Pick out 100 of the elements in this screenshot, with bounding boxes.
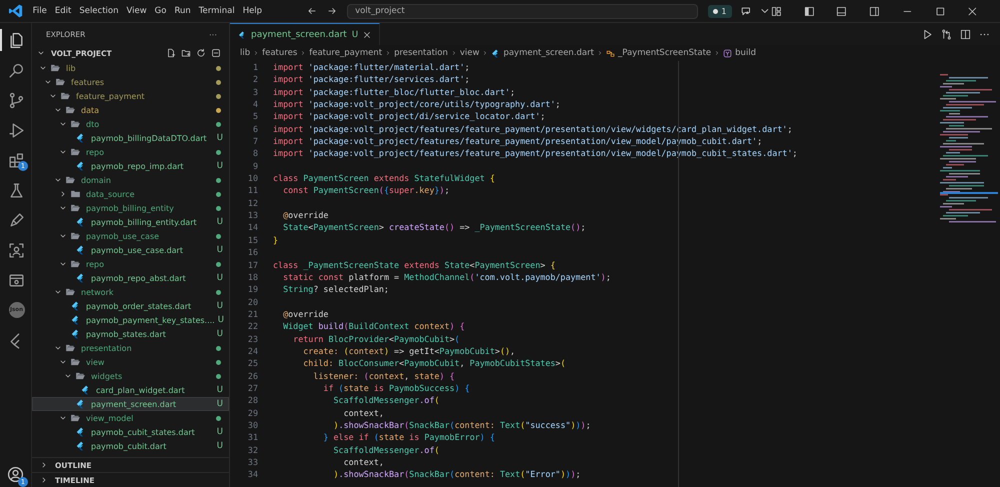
explorer-item[interactable]: feature_payment [32,89,229,103]
breadcrumb-item[interactable]: feature_payment [309,48,382,58]
explorer-item[interactable]: paymob_repo_abst.dart U [32,271,229,285]
line-number: 25 [246,357,258,370]
dart-file-icon [75,245,86,255]
code-line: class PaymentScreen extends StatefulWidget { [273,172,495,184]
explorer-item[interactable]: paymob_billing_entity.dart U [32,215,229,229]
explorer-item[interactable]: lib [32,61,229,75]
line-number: 3 [252,86,258,98]
account-icon[interactable] [7,466,24,482]
explorer-item[interactable]: paymob_repo_imp.dart U [32,159,229,173]
menu-item[interactable]: Terminal [196,4,238,18]
refresh-icon[interactable] [196,48,206,58]
close-icon[interactable] [967,6,978,16]
code-line: import 'package:volt_project/core/utils/typography.dart'; [273,98,560,110]
back-arrow-icon[interactable] [307,6,318,16]
code-line: @override [282,308,328,320]
explorer-item[interactable]: view_model [32,411,229,425]
left-panel-icon[interactable] [804,6,814,16]
status-indicator[interactable]: 1 [708,4,732,18]
compare-changes-icon[interactable] [941,28,952,40]
explorer-item[interactable]: paymob_use_case.dart U [32,243,229,257]
explorer-item[interactable]: view [32,355,229,369]
explorer-item[interactable]: paymob_billing_entity [32,201,229,215]
explorer-item[interactable]: paymob_use_case [32,229,229,243]
explorer-item[interactable]: data_source [32,187,229,201]
more-actions-button[interactable]: ··· [209,30,217,38]
explorer-item[interactable]: paymob_states.dart U [32,327,229,341]
right-panel-icon[interactable] [869,6,880,16]
code-line: @override [282,209,328,222]
menu-item[interactable]: Help [240,4,266,18]
code-line: if (state is PaymobSuccess) { [322,382,470,394]
explorer-item[interactable]: repo [32,145,229,159]
menu-item[interactable]: Edit [52,4,74,18]
menu-item[interactable]: File [30,4,50,18]
close-icon[interactable] [363,30,372,38]
preview-icon[interactable] [8,272,25,288]
open-folder-icon [65,175,76,185]
search-icon[interactable] [8,62,25,78]
menu-item[interactable]: View [123,4,150,18]
explorer-item[interactable]: dto [32,117,229,131]
explorer-item[interactable]: paymob_cubit.dart U [32,439,229,453]
explorer-item[interactable]: payment_screen.dart U [32,397,229,411]
code-line: class _PaymentScreenState extends State<PaymentScreen> { [273,258,556,271]
pen-icon[interactable] [8,212,25,228]
collapse-all-icon[interactable] [211,48,221,58]
code-line: context, [342,406,384,419]
bottom-panel-icon[interactable] [836,6,848,16]
explorer-item[interactable]: features [32,75,229,89]
breadcrumb-item[interactable]: build [723,48,756,58]
code-line: ).showSnackBar(SnackBar(content: Text("success"))); [332,418,591,432]
explorer-icon[interactable] [8,32,25,48]
command-center[interactable]: volt_project [347,4,698,18]
explorer-item[interactable]: data [32,103,229,117]
extensions-icon[interactable] [8,152,25,168]
menu-item[interactable]: Go [152,4,170,18]
explorer-item[interactable]: paymob_cubit_states.dart U [32,425,229,439]
breadcrumb-item[interactable]: lib [240,48,250,58]
explorer-item[interactable]: paymob_order_states.dart U [32,299,229,313]
explorer-item[interactable]: presentation [32,341,229,355]
explorer-item[interactable]: card_plan_widget.dart U [32,383,229,397]
explorer-item[interactable]: repo [32,257,229,271]
line-number: 7 [252,135,258,148]
breadcrumb-item[interactable]: features [262,48,298,58]
dart-file-icon [75,441,86,451]
line-number: 2 [252,73,258,86]
maximize-icon[interactable] [934,6,946,16]
new-file-icon[interactable] [166,48,176,58]
line-number: 34 [246,468,258,481]
breadcrumb-item[interactable]: _PaymentScreenState [606,48,712,58]
layout-icon[interactable] [770,6,782,16]
line-number: 17 [246,258,258,271]
new-folder-icon[interactable] [181,48,191,58]
explorer-item[interactable]: paymob_payment_key_states.... U [32,313,229,327]
breadcrumb-item[interactable]: payment_screen.dart [491,48,594,58]
open-folder-icon [70,259,81,269]
line-number: 33 [246,456,258,468]
testing-icon[interactable] [8,182,25,198]
source-control-icon[interactable] [8,92,25,108]
line-number: 15 [246,234,258,246]
run-icon[interactable] [922,28,933,40]
code-line: } else if (state is PaymobError) { [322,431,495,444]
menu-item[interactable]: Run [171,4,194,18]
scan-icon[interactable] [8,242,25,258]
line-number: 11 [246,184,258,197]
explorer-item[interactable]: paymob_billingDataDTO.dart U [32,131,229,145]
explorer-item[interactable]: domain [32,173,229,187]
breadcrumb-item[interactable]: view [460,48,480,58]
explorer-item[interactable]: network [32,285,229,299]
split-editor-icon[interactable] [960,28,971,40]
explorer-item[interactable]: widgets [32,369,229,383]
editor-tab[interactable]: payment_screen.dart U [230,23,380,45]
breadcrumb-item[interactable]: presentation [394,48,448,58]
line-number: 16 [246,246,258,258]
open-folder-icon [65,287,76,297]
menu-item[interactable]: Selection [76,4,122,18]
run-icon[interactable] [8,122,25,138]
forward-arrow-icon[interactable] [327,6,338,16]
chat-icon[interactable] [740,5,752,17]
chevron-down-icon [37,49,45,57]
